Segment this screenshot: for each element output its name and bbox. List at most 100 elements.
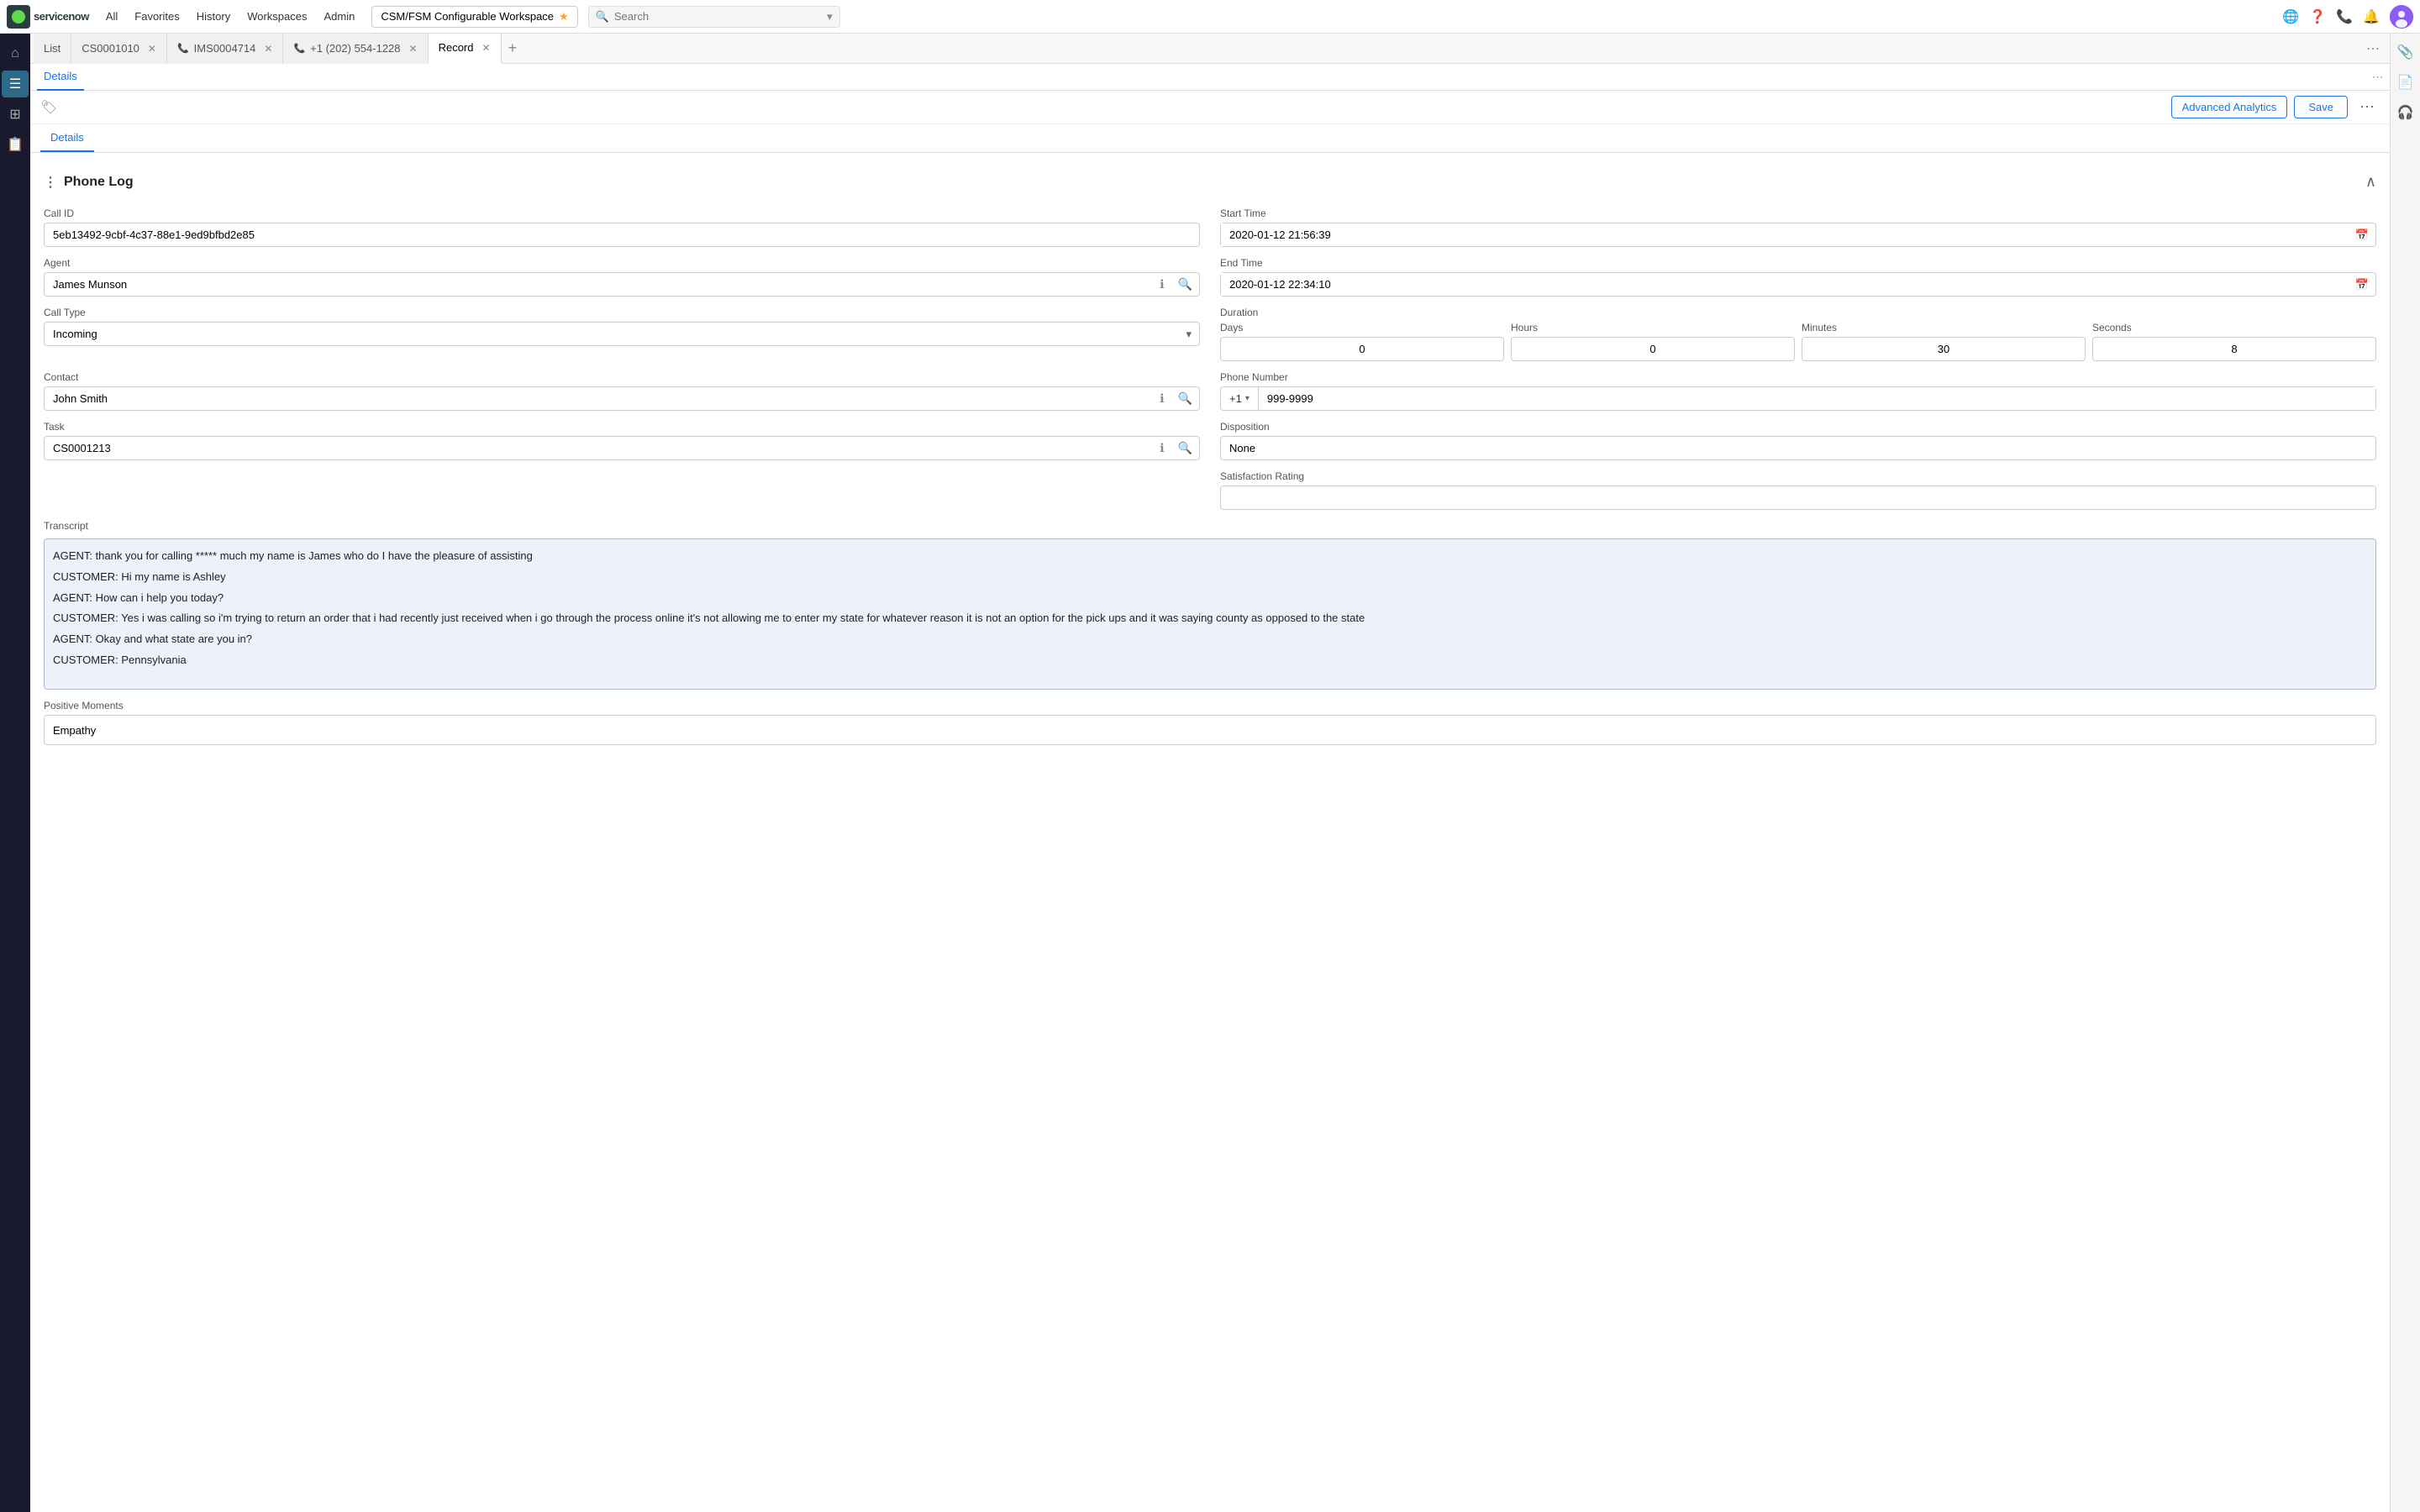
- minutes-label: Minutes: [1802, 322, 2086, 333]
- agent-input[interactable]: [45, 273, 1153, 296]
- phone-tab-icon: 📞: [177, 43, 189, 54]
- sub-tab-details[interactable]: Details: [37, 64, 84, 91]
- logo-icon: [7, 5, 30, 29]
- agent-search-icon[interactable]: 🔍: [1171, 277, 1199, 291]
- empty-spacer: [44, 470, 1200, 510]
- tab-ims-label: IMS0004714: [194, 42, 256, 55]
- section-dots-icon[interactable]: ⋮: [44, 174, 57, 191]
- save-button[interactable]: Save: [2294, 96, 2348, 118]
- main-layout: ⌂ ☰ ⊞ 📋 List CS0001010 ✕ 📞 IMS0004714 ✕ …: [0, 34, 2420, 1512]
- tab-ims0004714[interactable]: 📞 IMS0004714 ✕: [167, 34, 284, 64]
- disposition-input[interactable]: [1220, 436, 2376, 460]
- contact-field: Contact ℹ 🔍: [44, 371, 1200, 411]
- tag-icon[interactable]: 🏷: [40, 99, 57, 116]
- task-input[interactable]: [45, 437, 1153, 459]
- call-type-field: Call Type Incoming Outgoing: [44, 307, 1200, 361]
- seconds-input[interactable]: [2092, 337, 2376, 361]
- sub-tab-more[interactable]: ⋯: [2372, 71, 2383, 84]
- transcript-line-5: AGENT: Okay and what state are you in?: [53, 631, 2367, 648]
- task-search-icon[interactable]: 🔍: [1171, 441, 1199, 455]
- days-input[interactable]: [1220, 337, 1504, 361]
- satisfaction-rating-input[interactable]: [1220, 486, 2376, 510]
- star-icon: ★: [559, 10, 569, 24]
- call-type-select[interactable]: Incoming Outgoing: [44, 322, 1200, 346]
- contact-input[interactable]: [45, 387, 1153, 410]
- end-time-calendar-icon[interactable]: 📅: [2349, 278, 2375, 291]
- hours-input[interactable]: [1511, 337, 1795, 361]
- start-time-input[interactable]: [1221, 223, 2349, 246]
- duration-field: Duration Days Hours Minutes: [1220, 307, 2376, 361]
- sidebar-icon-menu[interactable]: ☰: [2, 71, 29, 97]
- toolbar-more-button[interactable]: ⋯: [2354, 97, 2380, 118]
- search-bar: 🔍 ▾: [588, 6, 840, 28]
- transcript-line-4: CUSTOMER: Yes i was calling so i'm tryin…: [53, 610, 2367, 627]
- headset-icon[interactable]: 🎧: [2394, 101, 2417, 124]
- tab-more-button[interactable]: ⋯: [2360, 40, 2386, 57]
- end-time-input[interactable]: [1221, 273, 2349, 296]
- workspace-label: CSM/FSM Configurable Workspace: [381, 10, 554, 23]
- advanced-analytics-button[interactable]: Advanced Analytics: [2171, 96, 2288, 118]
- nav-admin[interactable]: Admin: [318, 10, 362, 23]
- transcript-line-1: AGENT: thank you for calling ***** much …: [53, 548, 2367, 565]
- end-time-label: End Time: [1220, 257, 2376, 269]
- nav-history[interactable]: History: [190, 10, 237, 23]
- duration-days: Days: [1220, 322, 1504, 361]
- contact-input-wrapper: ℹ 🔍: [44, 386, 1200, 411]
- disposition-field: Disposition: [1220, 421, 2376, 460]
- search-input[interactable]: [614, 10, 823, 23]
- transcript-textarea[interactable]: AGENT: thank you for calling ***** much …: [44, 538, 2376, 690]
- positive-moments-input[interactable]: [44, 715, 2376, 745]
- sidebar-icon-grid[interactable]: ⊞: [2, 101, 29, 128]
- minutes-input[interactable]: [1802, 337, 2086, 361]
- agent-info-icon[interactable]: ℹ: [1153, 277, 1171, 291]
- nav-icons: 🌐 ❓ 📞 🔔: [2282, 5, 2413, 29]
- details-tab-main[interactable]: Details: [40, 124, 94, 152]
- logo[interactable]: servicenow: [7, 5, 89, 29]
- sidebar-icon-home[interactable]: ⌂: [2, 40, 29, 67]
- transcript-label: Transcript: [44, 520, 2376, 532]
- globe-icon[interactable]: 🌐: [2282, 8, 2299, 25]
- section-title-text: Phone Log: [64, 175, 134, 190]
- nav-all[interactable]: All: [99, 10, 124, 23]
- tab-record[interactable]: Record ✕: [429, 34, 502, 64]
- tab-cs-close[interactable]: ✕: [148, 43, 156, 55]
- tab-list[interactable]: List: [34, 34, 71, 64]
- sidebar-icon-inbox[interactable]: 📋: [2, 131, 29, 158]
- user-avatar[interactable]: [2390, 5, 2413, 29]
- tab-phone-close[interactable]: ✕: [409, 43, 418, 55]
- phone-number-input-wrapper: +1 ▾: [1220, 386, 2376, 411]
- tab-ims-close[interactable]: ✕: [264, 43, 272, 55]
- document-icon[interactable]: 📄: [2394, 71, 2417, 94]
- help-icon[interactable]: ❓: [2309, 8, 2326, 25]
- phone-number-input[interactable]: [1259, 387, 2375, 410]
- search-dropdown-icon[interactable]: ▾: [827, 10, 833, 24]
- section-title: ⋮ Phone Log: [44, 174, 134, 191]
- tab-add-button[interactable]: +: [502, 39, 524, 57]
- form-grid: Call ID Start Time 📅 Agent ℹ: [44, 207, 2376, 745]
- details-tab-label: Details: [50, 131, 84, 144]
- attachment-icon[interactable]: 📎: [2394, 40, 2417, 64]
- nav-favorites[interactable]: Favorites: [128, 10, 186, 23]
- workspace-button[interactable]: CSM/FSM Configurable Workspace ★: [371, 6, 577, 28]
- days-label: Days: [1220, 322, 1504, 333]
- tab-phone-number[interactable]: 📞 +1 (202) 554-1228 ✕: [283, 34, 428, 64]
- tab-record-close[interactable]: ✕: [482, 42, 491, 54]
- call-type-label: Call Type: [44, 307, 1200, 318]
- duration-seconds: Seconds: [2092, 322, 2376, 361]
- end-time-field: End Time 📅: [1220, 257, 2376, 297]
- start-time-input-wrapper: 📅: [1220, 223, 2376, 247]
- transcript-line-3: AGENT: How can i help you today?: [53, 590, 2367, 607]
- phone-icon[interactable]: 📞: [2336, 8, 2353, 25]
- section-collapse-button[interactable]: ∧: [2365, 173, 2376, 191]
- top-nav: servicenow All Favorites History Workspa…: [0, 0, 2420, 34]
- contact-search-icon[interactable]: 🔍: [1171, 391, 1199, 406]
- call-id-input[interactable]: [44, 223, 1200, 247]
- tab-cs0001010[interactable]: CS0001010 ✕: [71, 34, 167, 64]
- phone-country-selector[interactable]: +1 ▾: [1221, 387, 1259, 410]
- bell-icon[interactable]: 🔔: [2363, 8, 2380, 25]
- start-time-calendar-icon[interactable]: 📅: [2349, 228, 2375, 242]
- task-info-icon[interactable]: ℹ: [1153, 441, 1171, 455]
- contact-info-icon[interactable]: ℹ: [1153, 391, 1171, 406]
- nav-workspaces[interactable]: Workspaces: [240, 10, 313, 23]
- tab-bar: List CS0001010 ✕ 📞 IMS0004714 ✕ 📞 +1 (20…: [30, 34, 2390, 64]
